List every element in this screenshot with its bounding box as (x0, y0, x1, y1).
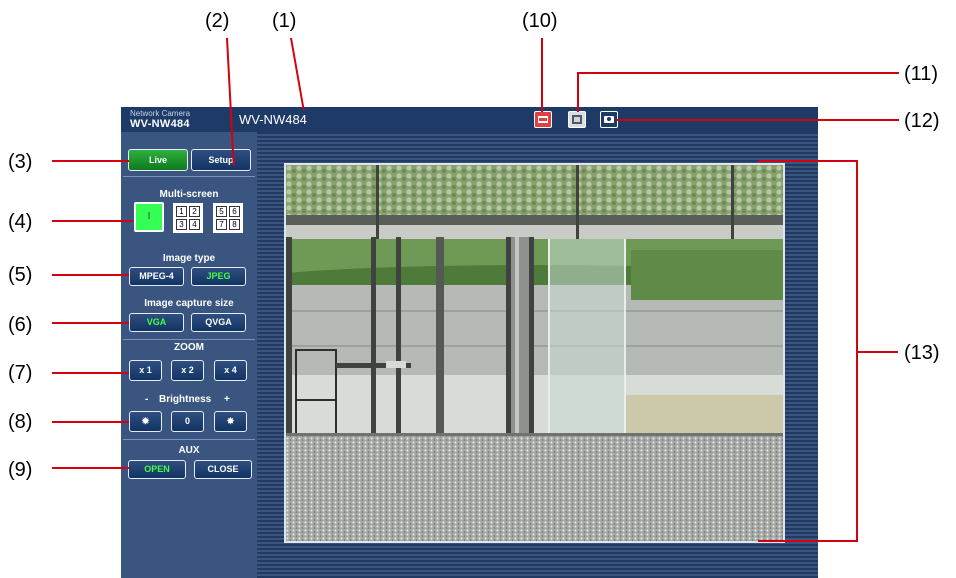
callout-2: (2) (205, 10, 230, 32)
leader-line-4 (52, 220, 133, 222)
zoom-x2-button[interactable]: x 2 (171, 360, 204, 381)
brightness-darker-button[interactable]: ✹ (129, 411, 162, 432)
live-camera-image[interactable] (284, 163, 785, 543)
leader-line-6 (52, 322, 129, 324)
sd-card-icon[interactable] (568, 111, 586, 128)
leader-line-13-stub (856, 351, 898, 353)
leader-line-9 (52, 467, 129, 469)
brand-model: WV-NW484 (130, 118, 190, 130)
zoom-x1-button[interactable]: x 1 (129, 360, 162, 381)
callout-7: (7) (8, 362, 33, 384)
leader-line-7 (52, 372, 129, 374)
sun-dim-icon: ✹ (141, 416, 150, 426)
divider (123, 339, 255, 340)
aux-open-button[interactable]: OPEN (128, 460, 186, 479)
zoom-label: ZOOM (174, 342, 204, 353)
vga-button[interactable]: VGA (129, 313, 184, 332)
callout-10: (10) (522, 10, 558, 32)
jpeg-button[interactable]: JPEG (191, 267, 246, 286)
aux-close-button[interactable]: CLOSE (194, 460, 252, 479)
camera-title: WV-NW484 (239, 112, 307, 127)
leader-line-12 (617, 119, 899, 121)
brand-subtitle: Network Camera (130, 109, 191, 118)
callout-6: (6) (8, 314, 33, 336)
image-type-label: Image type (162, 253, 216, 264)
sun-bright-icon: ✸ (226, 416, 235, 426)
leader-line-10 (541, 38, 543, 112)
brightness-label: Brightness (159, 394, 212, 405)
brightness-reset-button[interactable]: 0 (171, 411, 204, 432)
single-screen-label: I (147, 211, 151, 222)
multiscreen-label: Multi-screen (159, 189, 219, 200)
divider (123, 176, 255, 177)
callout-13: (13) (904, 342, 940, 364)
callout-3: (3) (8, 151, 33, 173)
camera-scene (286, 165, 783, 541)
callout-1: (1) (272, 10, 297, 32)
callout-11: (11) (904, 63, 939, 85)
recording-icon[interactable] (534, 111, 552, 128)
aux-label: AUX (178, 445, 200, 456)
brightness-minus: - (145, 394, 149, 405)
brightness-plus: + (224, 394, 230, 405)
leader-line-1 (290, 38, 305, 110)
live-tab[interactable]: Live (128, 149, 188, 171)
control-sidebar: Live Setup Multi-screen I 1 2 3 4 5 6 7 … (121, 132, 257, 578)
callout-8: (8) (8, 411, 33, 433)
leader-line-11b (577, 72, 899, 74)
quad-screen-1-4-button[interactable]: 1 2 3 4 (173, 203, 203, 233)
leader-line-3 (52, 160, 129, 162)
callout-12: (12) (904, 110, 940, 132)
leader-line-13-top (758, 160, 858, 162)
single-screen-button[interactable]: I (134, 202, 164, 232)
zoom-x4-button[interactable]: x 4 (214, 360, 247, 381)
quad-screen-5-8-button[interactable]: 5 6 7 8 (213, 203, 243, 233)
snapshot-camera-icon[interactable] (600, 111, 618, 128)
callout-5: (5) (8, 264, 33, 286)
divider (123, 439, 255, 440)
leader-line-5 (52, 274, 129, 276)
qvga-button[interactable]: QVGA (191, 313, 246, 332)
callout-4: (4) (8, 211, 33, 233)
brightness-brighter-button[interactable]: ✸ (214, 411, 247, 432)
leader-line-11a (577, 72, 579, 112)
mpeg4-button[interactable]: MPEG-4 (129, 267, 184, 286)
callout-9: (9) (8, 459, 33, 481)
capture-size-label: Image capture size (144, 298, 234, 309)
leader-line-13-bottom (758, 540, 858, 542)
leader-line-8 (52, 421, 129, 423)
setup-tab[interactable]: Setup (191, 149, 251, 171)
